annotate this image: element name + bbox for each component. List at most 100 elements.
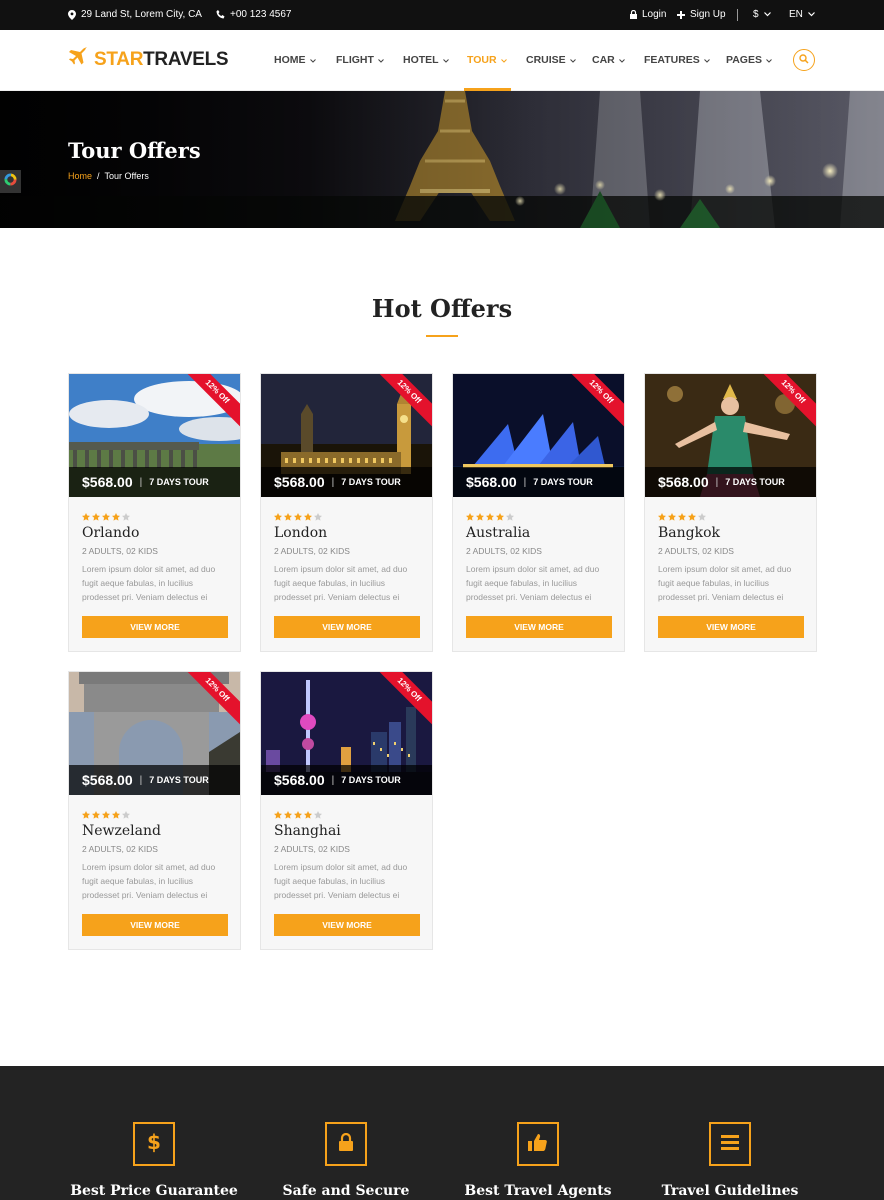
- login-label: Login: [642, 9, 667, 20]
- star-icon: [668, 508, 676, 526]
- tour-city: Bangkok: [658, 525, 721, 541]
- nav-features[interactable]: FEATURES: [644, 54, 710, 66]
- hero-banner: Tour Offers Home / Tour Offers: [0, 91, 884, 228]
- thumbs-up-icon: [528, 1133, 548, 1156]
- feature-label: Safe and Secure: [282, 1183, 410, 1199]
- star-icon: [678, 508, 686, 526]
- feature-label: Travel Guidelines: [661, 1183, 799, 1199]
- nav-home-label: HOME: [274, 54, 306, 66]
- breadcrumb-separator: /: [97, 171, 100, 181]
- chevron-down-icon: [309, 54, 316, 66]
- divider: |: [139, 476, 143, 488]
- view-more-button[interactable]: VIEW MORE: [274, 616, 420, 638]
- divider: |: [523, 476, 527, 488]
- star-icon: [688, 508, 696, 526]
- star-icon: [102, 508, 110, 526]
- tour-description: Lorem ipsum dolor sit amet, ad duo fugit…: [658, 564, 792, 602]
- chevron-down-icon: [569, 54, 576, 66]
- tour-duration: 7 DAYS TOUR: [533, 477, 593, 487]
- language-value: EN: [789, 9, 803, 20]
- chevron-down-icon: [763, 12, 771, 17]
- breadcrumb-current: Tour Offers: [104, 171, 149, 181]
- feature-icon-box: [325, 1122, 367, 1166]
- tour-duration: 7 DAYS TOUR: [149, 477, 209, 487]
- map-pin-icon: [68, 9, 76, 20]
- tour-card-australia: 12% Off $568.00 | 7 DAYS TOUR Australia 2 ADU…: [452, 373, 625, 652]
- tour-image[interactable]: 12% Off $568.00 | 7 DAYS TOUR: [645, 374, 816, 497]
- tour-price: $568.00: [274, 474, 325, 490]
- tour-price: $568.00: [274, 772, 325, 788]
- feature-best-price: $ Best Price Guarantee: [59, 1122, 249, 1199]
- divider: |: [139, 774, 143, 786]
- view-more-button[interactable]: VIEW MORE: [466, 616, 612, 638]
- address-text: 29 Land St, Lorem City, CA: [81, 9, 202, 20]
- currency-value: $: [753, 9, 759, 20]
- star-icon: [284, 806, 292, 824]
- nav-pages[interactable]: PAGES: [726, 54, 772, 66]
- breadcrumb-home-link[interactable]: Home: [68, 171, 92, 181]
- tour-card-bangkok: 12% Off $568.00 | 7 DAYS TOUR Bangkok 2 ADULT…: [644, 373, 817, 652]
- star-icon: [274, 806, 282, 824]
- lock-icon: [338, 1132, 354, 1156]
- view-more-button[interactable]: VIEW MORE: [82, 914, 228, 936]
- chevron-down-icon: [766, 54, 772, 66]
- price-band: $568.00 | 7 DAYS TOUR: [261, 467, 432, 497]
- nav-flight[interactable]: FLIGHT: [336, 54, 384, 66]
- tour-city: London: [274, 525, 328, 541]
- tour-image[interactable]: 12% Off $568.00 | 7 DAYS TOUR: [69, 374, 240, 497]
- star-icon: [506, 508, 514, 526]
- nav-car[interactable]: CAR: [592, 54, 625, 66]
- tour-description: Lorem ipsum dolor sit amet, ad duo fugit…: [82, 862, 216, 900]
- nav-car-label: CAR: [592, 54, 615, 66]
- plus-icon: [677, 10, 685, 19]
- tour-image[interactable]: 12% Off $568.00 | 7 DAYS TOUR: [453, 374, 624, 497]
- star-icon: [92, 508, 100, 526]
- chevron-down-icon: [703, 54, 710, 66]
- nav-hotel-label: HOTEL: [403, 54, 439, 66]
- rating-stars: [658, 508, 706, 526]
- star-icon: [304, 508, 312, 526]
- view-more-button[interactable]: VIEW MORE: [82, 616, 228, 638]
- signup-link[interactable]: Sign Up: [677, 9, 726, 20]
- tour-guests: 2 ADULTS, 02 KIDS: [274, 844, 350, 854]
- color-switcher-button[interactable]: [0, 170, 21, 193]
- tour-image[interactable]: 12% Off $568.00 | 7 DAYS TOUR: [261, 672, 432, 795]
- phone-icon: [216, 10, 225, 19]
- tour-guests: 2 ADULTS, 02 KIDS: [466, 546, 542, 556]
- tour-description: Lorem ipsum dolor sit amet, ad duo fugit…: [466, 564, 600, 602]
- site-logo[interactable]: STAR TRAVELS: [68, 46, 229, 72]
- star-icon: [82, 806, 90, 824]
- main-header: STAR TRAVELS HOME FLIGHT HOTEL TOUR CRUI…: [0, 30, 884, 91]
- view-more-button[interactable]: VIEW MORE: [274, 914, 420, 936]
- feature-icon-box: [517, 1122, 559, 1166]
- currency-select[interactable]: $: [753, 9, 771, 20]
- rating-stars: [82, 806, 130, 824]
- search-button[interactable]: [793, 49, 815, 71]
- address-info: 29 Land St, Lorem City, CA: [68, 9, 202, 20]
- nav-home[interactable]: HOME: [274, 54, 316, 66]
- star-icon: [284, 508, 292, 526]
- rating-stars: [466, 508, 514, 526]
- star-icon: [92, 806, 100, 824]
- tour-city: Shanghai: [274, 823, 341, 839]
- section-title-underline: [426, 335, 458, 337]
- divider: |: [331, 774, 335, 786]
- tour-guests: 2 ADULTS, 02 KIDS: [82, 546, 158, 556]
- rating-stars: [274, 806, 322, 824]
- feature-icon-box: [709, 1122, 751, 1166]
- login-link[interactable]: Login: [630, 9, 666, 20]
- star-icon: [658, 508, 666, 526]
- nav-cruise[interactable]: CRUISE: [526, 54, 576, 66]
- tour-city: Australia: [466, 525, 531, 541]
- price-band: $568.00 | 7 DAYS TOUR: [453, 467, 624, 497]
- star-icon: [112, 806, 120, 824]
- view-more-button[interactable]: VIEW MORE: [658, 616, 804, 638]
- nav-flight-label: FLIGHT: [336, 54, 374, 66]
- nav-tour-label: TOUR: [467, 54, 497, 66]
- nav-tour[interactable]: TOUR: [467, 54, 507, 66]
- language-select[interactable]: EN: [789, 9, 815, 20]
- tour-image[interactable]: 12% Off $568.00 | 7 DAYS TOUR: [69, 672, 240, 795]
- rating-stars: [82, 508, 130, 526]
- nav-hotel[interactable]: HOTEL: [403, 54, 449, 66]
- tour-image[interactable]: 12% Off $568.00 | 7 DAYS TOUR: [261, 374, 432, 497]
